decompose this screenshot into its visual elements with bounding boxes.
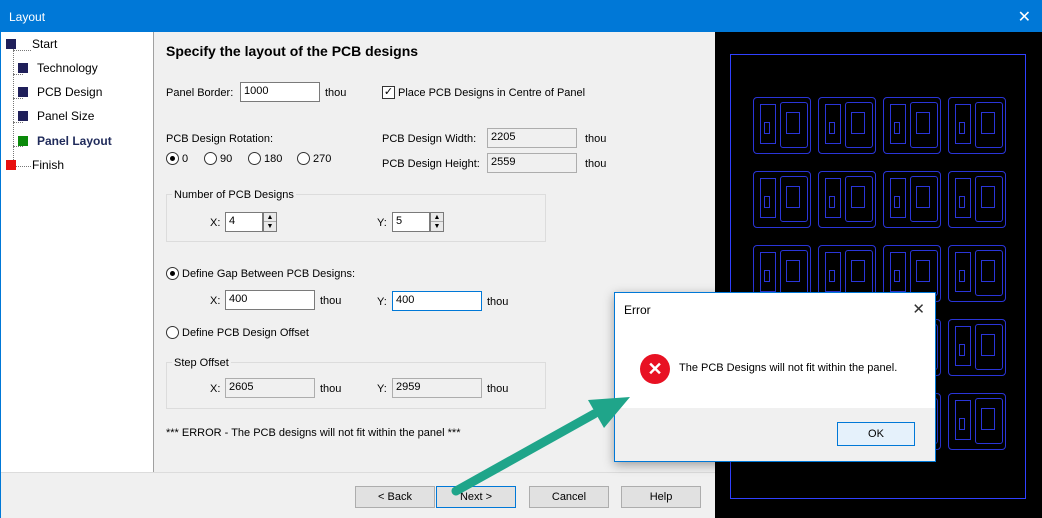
nav-item-label: PCB Design [37, 85, 103, 99]
tree-connector [13, 50, 31, 51]
count-y-label: Y: [377, 217, 387, 229]
gap-x-label: X: [210, 295, 221, 307]
rotation-180-radio[interactable] [248, 152, 261, 165]
centre-panel-label: Place PCB Designs in Centre of Panel [398, 87, 586, 99]
count-x-stepper[interactable]: ▲ ▼ [263, 212, 277, 232]
title-bar: Layout ✕ [1, 1, 1041, 32]
nav-item-label: Start [32, 37, 58, 51]
pcb-design-outline [948, 97, 1006, 154]
rotation-0-radio[interactable] [166, 152, 179, 165]
step-x-unit: thou [320, 383, 342, 395]
step-y-label: Y: [377, 383, 387, 395]
tree-connector [13, 122, 23, 123]
ok-button[interactable]: OK [837, 422, 915, 446]
step-y-field: 2959 [392, 378, 482, 398]
step-marker-icon [6, 160, 16, 170]
pcb-width-unit: thou [585, 133, 607, 145]
close-icon[interactable]: ✕ [1018, 7, 1031, 27]
pcb-design-outline [948, 245, 1006, 302]
step-marker-icon [18, 111, 28, 121]
error-dialog: Error ✕ ✕ The PCB Designs will not fit w… [614, 292, 936, 462]
window-title: Layout [9, 10, 46, 24]
panel-border-input[interactable]: 1000 [240, 82, 320, 102]
error-message: The PCB Designs will not fit within the … [679, 362, 898, 374]
page-title: Specify the layout of the PCB designs [166, 43, 419, 59]
count-x-label: X: [210, 217, 221, 229]
gap-y-label: Y: [377, 296, 387, 308]
cancel-button[interactable]: Cancel [529, 486, 609, 508]
step-x-label: X: [210, 383, 221, 395]
close-icon[interactable]: ✕ [912, 300, 925, 318]
gap-radio[interactable] [166, 267, 179, 280]
step-y-unit: thou [487, 383, 509, 395]
nav-item-label: Technology [37, 61, 98, 75]
count-y-stepper[interactable]: ▲ ▼ [430, 212, 444, 232]
step-marker-icon [18, 87, 28, 97]
error-footer: OK [615, 408, 935, 461]
pcb-height-field: 2559 [487, 153, 577, 173]
panel-border-label: Panel Border: [166, 87, 234, 99]
tree-connector [13, 46, 14, 166]
step-marker-icon [18, 63, 28, 73]
wizard-button-bar: < Back Next > Cancel Help [1, 472, 715, 518]
gap-x-unit: thou [320, 295, 342, 307]
count-y-input[interactable]: 5 [392, 212, 430, 232]
offset-radio[interactable] [166, 326, 179, 339]
rotation-270-radio[interactable] [297, 152, 310, 165]
error-icon: ✕ [640, 354, 670, 384]
rotation-90-label: 90 [220, 153, 233, 165]
rotation-180-label: 180 [264, 153, 283, 165]
tree-connector [13, 74, 23, 75]
wizard-steps-tree: Start Technology PCB Design Panel Size P… [1, 32, 154, 472]
error-dialog-title: Error [624, 303, 651, 317]
pcb-design-outline [948, 171, 1006, 228]
nav-item-label: Finish [32, 158, 65, 172]
error-title-bar: Error ✕ [615, 293, 935, 324]
layout-error-text: *** ERROR - The PCB designs will not fit… [166, 427, 461, 439]
pcb-design-outline [948, 393, 1006, 450]
count-group [166, 194, 546, 242]
pcb-height-unit: thou [585, 158, 607, 170]
gap-radio-label: Define Gap Between PCB Designs: [182, 268, 356, 280]
pcb-design-outline [818, 171, 876, 228]
rotation-0-label: 0 [182, 153, 189, 165]
pcb-design-outline [753, 97, 811, 154]
nav-item-label: Panel Size [37, 109, 95, 123]
tree-connector [13, 98, 23, 99]
rotation-270-label: 270 [313, 153, 332, 165]
pcb-width-label: PCB Design Width: [382, 133, 477, 145]
step-offset-group-label: Step Offset [172, 357, 231, 369]
pcb-design-outline [948, 319, 1006, 376]
pcb-height-label: PCB Design Height: [382, 158, 480, 170]
count-group-label: Number of PCB Designs [172, 189, 296, 201]
rotation-90-radio[interactable] [204, 152, 217, 165]
next-button[interactable]: Next > [436, 486, 516, 508]
pcb-width-field: 2205 [487, 128, 577, 148]
panel-border-unit: thou [325, 87, 347, 99]
pcb-design-outline [883, 97, 941, 154]
gap-y-input[interactable]: 400 [392, 291, 482, 311]
step-x-field: 2605 [225, 378, 315, 398]
centre-panel-checkbox[interactable]: ✓ [382, 86, 395, 99]
gap-x-input[interactable]: 400 [225, 290, 315, 310]
rotation-label: PCB Design Rotation: [166, 133, 273, 145]
back-button[interactable]: < Back [355, 486, 435, 508]
help-button[interactable]: Help [621, 486, 701, 508]
error-body: ✕ The PCB Designs will not fit within th… [615, 324, 935, 408]
gap-y-unit: thou [487, 296, 509, 308]
pcb-design-outline [883, 171, 941, 228]
offset-radio-label: Define PCB Design Offset [182, 327, 309, 339]
count-x-input[interactable]: 4 [225, 212, 263, 232]
pcb-design-outline [818, 97, 876, 154]
step-marker-icon [18, 136, 28, 146]
pcb-design-outline [753, 171, 811, 228]
tree-connector [13, 146, 23, 147]
nav-item-label: Panel Layout [37, 134, 112, 148]
step-marker-icon [6, 39, 16, 49]
